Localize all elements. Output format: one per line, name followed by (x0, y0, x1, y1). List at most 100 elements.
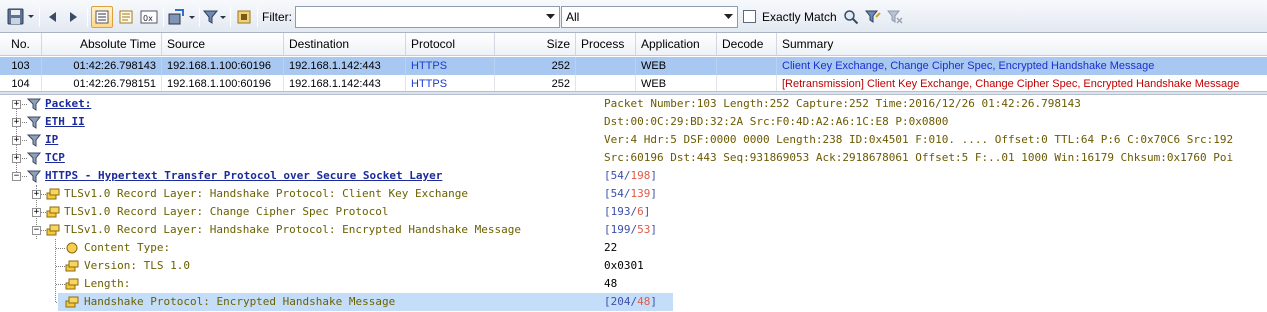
cell-decode (717, 57, 777, 75)
field-group-icon (65, 278, 79, 290)
tree-node-packet[interactable]: + Packet: Packet Number:103 Length:252 C… (0, 95, 1267, 113)
tree-value-tcp: Src:60196 Dst:443 Seq:931869053 Ack:2918… (604, 151, 1234, 164)
tree-value-length: 48 (604, 277, 618, 290)
collapse-icon[interactable]: − (32, 226, 41, 235)
tree-node-tls-record-1[interactable]: + TLSv1.0 Record Layer: Handshake Protoc… (0, 185, 1267, 203)
tree-label-handshake: Handshake Protocol: Encrypted Handshake … (84, 295, 396, 308)
field-group-icon (46, 224, 60, 236)
expand-icon[interactable]: + (12, 100, 21, 109)
tree-node-ip[interactable]: + IP Ver:4 Hdr:5 DSF:0000 0000 Length:23… (0, 131, 1267, 149)
field-group-icon (46, 206, 60, 218)
cell-destination: 192.168.1.142:443 (284, 57, 406, 75)
filter-input[interactable] (296, 7, 541, 27)
filter-combobox[interactable] (295, 6, 560, 28)
packet-row[interactable]: 103 01:42:26.798143 192.168.1.100:60196 … (0, 57, 1267, 75)
tree-label-eth: ETH II (45, 115, 85, 128)
chevron-down-icon[interactable] (542, 7, 559, 27)
tree-node-handshake[interactable]: Handshake Protocol: Encrypted Handshake … (0, 293, 1267, 311)
tree-node-tls-record-3[interactable]: − TLSv1.0 Record Layer: Handshake Protoc… (0, 221, 1267, 239)
filter-label: Filter: (262, 10, 292, 24)
toolbar: 0x Filter: Exactl (0, 0, 1267, 33)
protocol-funnel-icon (26, 116, 42, 129)
column-header-source[interactable]: Source (162, 33, 284, 55)
cell-time: 01:42:26.798143 (42, 57, 162, 75)
search-icon[interactable] (842, 6, 860, 28)
tree-value-version: 0x0301 (604, 259, 644, 272)
tree-label-version: Version: TLS 1.0 (84, 259, 190, 272)
protocol-funnel-icon (26, 152, 42, 165)
column-header-process[interactable]: Process (576, 33, 636, 55)
tree-range-tls-record-1: [54/139] (604, 187, 657, 200)
expand-icon[interactable]: + (12, 118, 21, 127)
tree-value-ip: Ver:4 Hdr:5 DSF:0000 0000 Length:238 ID:… (604, 133, 1234, 146)
save-icon[interactable] (6, 6, 36, 28)
forward-arrow-icon[interactable] (65, 6, 81, 28)
tree-label-tls-record-2: TLSv1.0 Record Layer: Change Cipher Spec… (64, 205, 389, 218)
tree-label-ip: IP (45, 133, 59, 146)
expand-icon[interactable]: + (32, 208, 41, 217)
cell-size: 252 (495, 57, 576, 75)
tree-node-content-type[interactable]: Content Type: 22 (0, 239, 1267, 257)
exactly-match-label: Exactly Match (762, 10, 837, 24)
column-header-no[interactable]: No. (0, 33, 42, 55)
tree-value-content-type: 22 (604, 241, 618, 254)
packet-detail-tree: + Packet: Packet Number:103 Length:252 C… (0, 95, 1267, 312)
hex-view-icon[interactable]: 0x (138, 6, 160, 28)
collapse-icon[interactable]: − (12, 172, 21, 181)
field-icon (66, 242, 78, 254)
column-header-decode[interactable]: Decode (717, 33, 777, 55)
cell-application: WEB (636, 57, 717, 75)
field-group-icon (46, 188, 60, 200)
tree-node-eth[interactable]: + ETH II Dst:00:0C:29:BD:32:2A Src:F0:4D… (0, 113, 1267, 131)
tree-label-tls-record-3: TLSv1.0 Record Layer: Handshake Protocol… (64, 223, 521, 236)
packet-list-header: No. Absolute Time Source Destination Pro… (0, 33, 1267, 56)
tree-node-length[interactable]: Length: 48 (0, 275, 1267, 293)
cell-protocol: HTTPS (406, 57, 495, 75)
tree-node-version[interactable]: Version: TLS 1.0 0x0301 (0, 257, 1267, 275)
tree-node-tcp[interactable]: + TCP Src:60196 Dst:443 Seq:931869053 Ac… (0, 149, 1267, 167)
column-header-summary[interactable]: Summary (777, 33, 1267, 55)
chevron-down-icon[interactable] (720, 7, 737, 27)
list-view-icon[interactable] (91, 6, 113, 28)
lock-icon[interactable] (234, 6, 254, 28)
cell-process (576, 57, 636, 75)
tree-label-length: Length: (84, 277, 131, 290)
detail-view-icon[interactable] (115, 6, 137, 28)
exactly-match-checkbox[interactable] (743, 10, 756, 23)
expand-icon[interactable]: + (12, 136, 21, 145)
tree-range-handshake: [204/48] (604, 295, 657, 308)
expand-icon[interactable]: + (32, 190, 41, 199)
field-group-icon (65, 260, 79, 272)
tree-label-packet: Packet: (45, 97, 92, 110)
scope-combobox[interactable] (561, 6, 738, 28)
tree-label-tcp: TCP (45, 151, 65, 164)
column-header-protocol[interactable]: Protocol (406, 33, 495, 55)
filter-apply-icon[interactable] (864, 6, 882, 28)
cell-summary: Client Key Exchange, Change Cipher Spec,… (782, 60, 1155, 72)
cell-no: 103 (0, 57, 42, 75)
column-header-application[interactable]: Application (636, 33, 717, 55)
expand-icon[interactable]: + (12, 154, 21, 163)
protocol-funnel-icon (26, 98, 42, 111)
tree-range-tls-record-2: [193/6] (604, 205, 651, 218)
export-icon[interactable] (167, 6, 197, 28)
filter-clear-icon[interactable] (886, 6, 904, 28)
tree-range-tls-record-3: [199/53] (604, 223, 657, 236)
tree-label-https: HTTPS - Hypertext Transfer Protocol over… (45, 169, 443, 182)
tree-value-packet: Packet Number:103 Length:252 Capture:252… (604, 97, 1081, 110)
cell-source: 192.168.1.100:60196 (162, 57, 284, 75)
tree-range-https: [54/198] (604, 169, 657, 182)
filter-funnel-icon[interactable] (202, 6, 228, 28)
protocol-funnel-icon (26, 170, 42, 183)
column-header-destination[interactable]: Destination (284, 33, 406, 55)
column-header-absolute-time[interactable]: Absolute Time (42, 33, 162, 55)
scope-input[interactable] (562, 7, 719, 27)
tree-value-eth: Dst:00:0C:29:BD:32:2A Src:F0:4D:A2:A6:1C… (604, 115, 949, 128)
tree-node-https[interactable]: − HTTPS - Hypertext Transfer Protocol ov… (0, 167, 1267, 185)
field-group-icon (65, 296, 79, 308)
tree-node-tls-record-2[interactable]: + TLSv1.0 Record Layer: Change Cipher Sp… (0, 203, 1267, 221)
tree-label-content-type: Content Type: (84, 241, 171, 254)
back-arrow-icon[interactable] (45, 6, 61, 28)
column-header-size[interactable]: Size (495, 33, 576, 55)
tree-label-tls-record-1: TLSv1.0 Record Layer: Handshake Protocol… (64, 187, 468, 200)
